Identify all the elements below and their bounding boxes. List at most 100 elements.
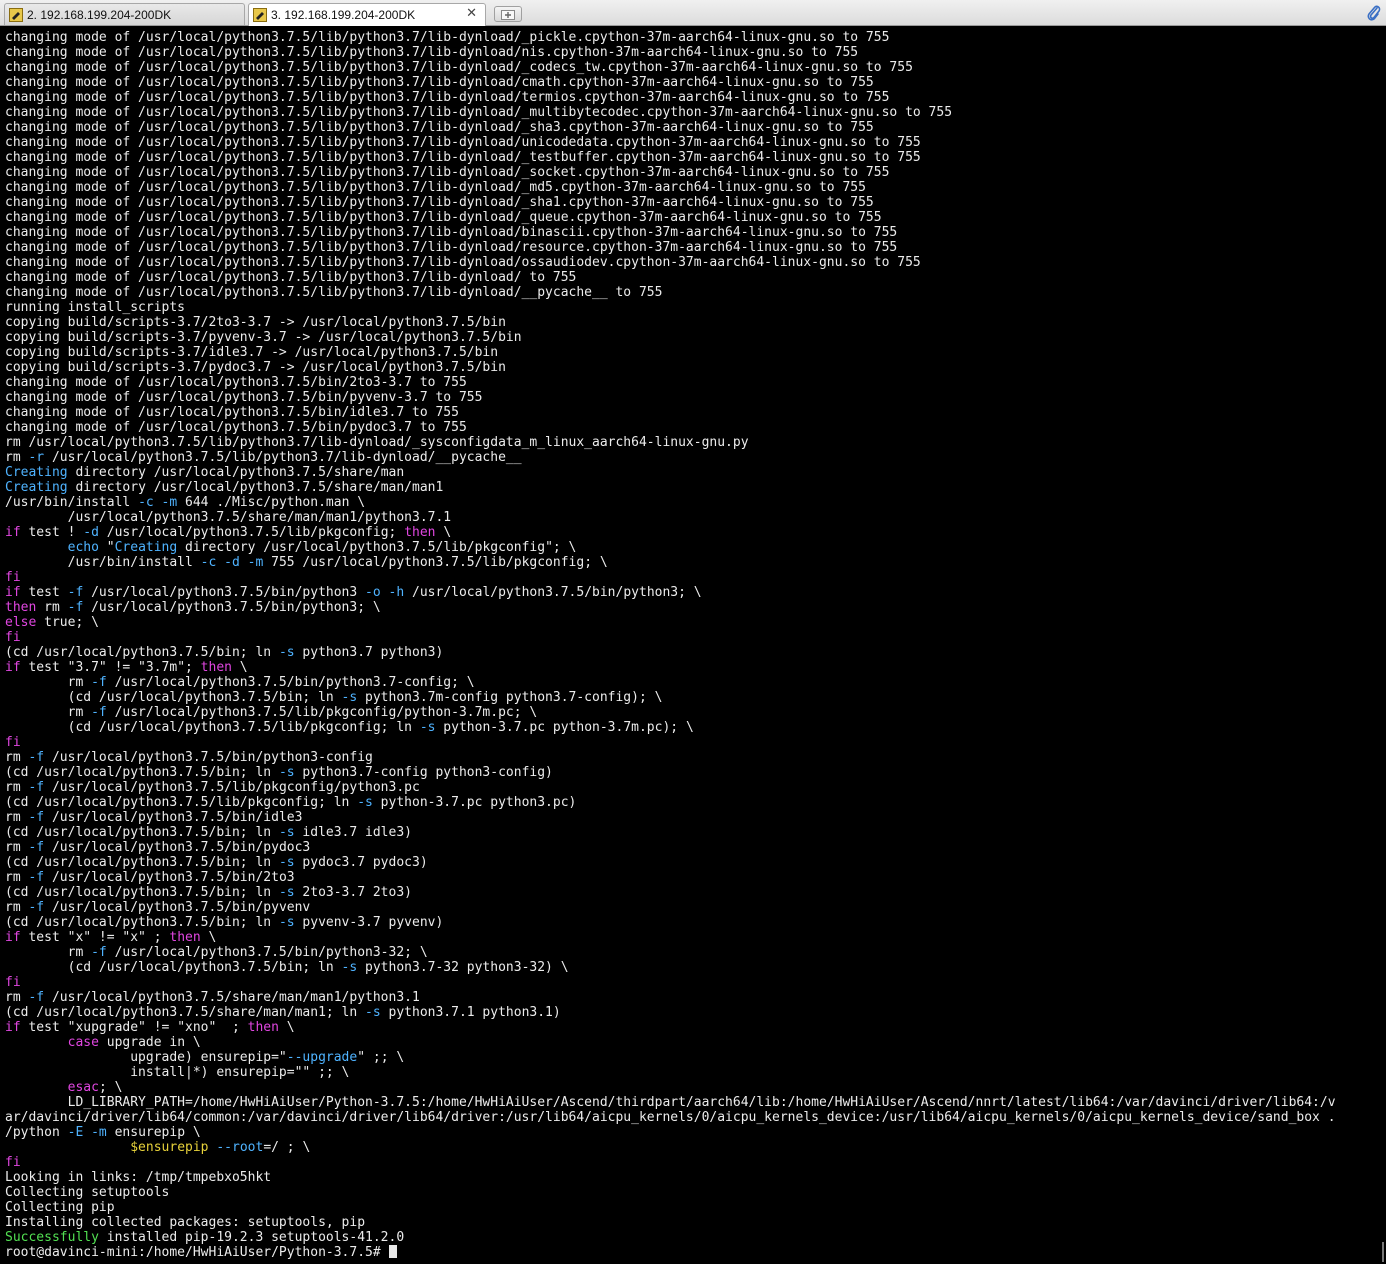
scrollbar[interactable]	[1378, 26, 1386, 1264]
terminal-text: -f	[91, 675, 107, 690]
terminal-line: changing mode of /usr/local/python3.7.5/…	[5, 150, 1336, 165]
terminal-line: changing mode of /usr/local/python3.7.5/…	[5, 105, 1336, 120]
tab-session-3[interactable]: 3. 192.168.199.204-200DK ✕	[248, 3, 486, 26]
terminal-line: changing mode of /usr/local/python3.7.5/…	[5, 195, 1336, 210]
terminal-text: /usr/local/python3.7.5/bin/python3.7-con…	[106, 675, 475, 690]
terminal-text: idle3.7 idle3)	[294, 825, 412, 840]
terminal-text: changing mode of /usr/local/python3.7.5/…	[5, 420, 467, 435]
terminal-text: (cd /usr/local/python3.7.5/bin; ln	[5, 765, 279, 780]
terminal-text: /usr/local/python3.7.5/bin/pyvenv	[44, 900, 311, 915]
terminal-text: -f	[28, 900, 45, 915]
terminal-text: Successfully	[5, 1230, 99, 1245]
terminal-text: /usr/local/python3.7.5/share/man/man1/py…	[44, 990, 420, 1005]
terminal-line: copying build/scripts-3.7/2to3-3.7 -> /u…	[5, 315, 1336, 330]
terminal-text: Installing collected packages: setuptool…	[5, 1215, 366, 1230]
tab-label: 2. 192.168.199.204-200DK	[27, 7, 172, 22]
terminal-line: changing mode of /usr/local/python3.7.5/…	[5, 270, 1336, 285]
terminal-text: (cd /usr/local/python3.7.5/bin; ln	[5, 645, 279, 660]
terminal-line: /usr/local/python3.7.5/share/man/man1/py…	[5, 510, 1336, 525]
terminal-text: -f	[28, 810, 45, 825]
terminal-line: rm -f /usr/local/python3.7.5/lib/pkgconf…	[5, 780, 1336, 795]
terminal-line: (cd /usr/local/python3.7.5/bin; ln -s py…	[5, 915, 1336, 930]
terminal-text: (cd /usr/local/python3.7.5/bin; ln	[5, 690, 342, 705]
terminal-text: -s	[341, 960, 358, 975]
terminal-text: test "3.7" != "3.7m";	[20, 660, 201, 675]
terminal-text: -f	[28, 750, 45, 765]
terminal-text: python3.7-config python3-config)	[294, 765, 553, 780]
terminal-line: rm -f /usr/local/python3.7.5/bin/idle3	[5, 810, 1336, 825]
terminal-line: (cd /usr/local/python3.7.5/bin; ln -s py…	[5, 690, 1336, 705]
terminal-line: changing mode of /usr/local/python3.7.5/…	[5, 75, 1336, 90]
terminal-text: else	[5, 615, 37, 630]
terminal-text: -f	[28, 870, 45, 885]
terminal-text: /usr/local/python3.7.5/lib/pkgconfig/pyt…	[106, 705, 538, 720]
terminal-text: changing mode of /usr/local/python3.7.5/…	[5, 375, 467, 390]
terminal-text: Creating	[114, 540, 178, 555]
terminal-text: -f	[91, 705, 107, 720]
terminal-text: changing mode of /usr/local/python3.7.5/…	[5, 45, 859, 60]
terminal-text: /usr/local/python3.7.5/bin/python3-confi…	[44, 750, 373, 765]
terminal-text: "	[98, 540, 115, 555]
terminal-text: changing mode of /usr/local/python3.7.5/…	[5, 105, 953, 120]
terminal-text: -d	[224, 555, 240, 570]
terminal-text: -s	[278, 915, 295, 930]
scrollbar-thumb[interactable]	[1382, 1242, 1384, 1262]
terminal-line: rm -f /usr/local/python3.7.5/lib/pkgconf…	[5, 705, 1336, 720]
terminal-text: test "x" != "x" ;	[20, 930, 170, 945]
tab-session-2[interactable]: 2. 192.168.199.204-200DK	[4, 3, 245, 25]
terminal-line: Installing collected packages: setuptool…	[5, 1215, 1336, 1230]
paperclip-icon[interactable]	[1366, 3, 1382, 27]
terminal-text: changing mode of /usr/local/python3.7.5/…	[5, 165, 890, 180]
terminal-line: (cd /usr/local/python3.7.5/lib/pkgconfig…	[5, 795, 1336, 810]
terminal-line: Looking in links: /tmp/tmpebxo5hkt	[5, 1170, 1336, 1185]
terminal-text: if	[5, 585, 21, 600]
terminal-text: running install_scripts	[5, 300, 186, 315]
terminal-line: rm -f /usr/local/python3.7.5/share/man/m…	[5, 990, 1336, 1005]
terminal-line: Creating directory /usr/local/python3.7.…	[5, 480, 1336, 495]
close-icon[interactable]: ✕	[466, 6, 477, 21]
terminal-text: rm	[5, 840, 29, 855]
terminal-text: test	[20, 585, 68, 600]
terminal-text: if	[5, 660, 21, 675]
terminal-text: --upgrade	[286, 1050, 358, 1065]
terminal-line: then rm -f /usr/local/python3.7.5/bin/py…	[5, 600, 1336, 615]
terminal-output[interactable]: changing mode of /usr/local/python3.7.5/…	[0, 26, 1378, 1264]
terminal-text: Creating	[5, 480, 68, 495]
terminal-text: -f	[28, 840, 45, 855]
terminal-text: /usr/local/python3.7.5/share/man/man1/py…	[5, 510, 452, 525]
terminal-text: true; \	[36, 615, 99, 630]
terminal-icon	[253, 8, 267, 22]
terminal-text: (cd /usr/local/python3.7.5/lib/pkgconfig…	[5, 720, 420, 735]
terminal-text: esac	[67, 1080, 99, 1095]
terminal-text: /usr/local/python3.7.5/bin/python3; \	[83, 600, 381, 615]
terminal-line: if test "xupgrade" != "xno" ; then \	[5, 1020, 1336, 1035]
terminal-line: rm -f /usr/local/python3.7.5/bin/python3…	[5, 750, 1336, 765]
terminal-text: test "xupgrade" != "xno" ;	[20, 1020, 248, 1035]
terminal-text: Collecting pip	[5, 1200, 115, 1215]
terminal-line: changing mode of /usr/local/python3.7.5/…	[5, 120, 1336, 135]
terminal-text: -m	[161, 495, 178, 510]
terminal-text: copying build/scripts-3.7/idle3.7 -> /us…	[5, 345, 499, 360]
terminal-text: (cd /usr/local/python3.7.5/bin; ln	[5, 885, 279, 900]
terminal-line: changing mode of /usr/local/python3.7.5/…	[5, 405, 1336, 420]
new-tab-button[interactable]	[494, 6, 522, 22]
terminal-line: changing mode of /usr/local/python3.7.5/…	[5, 420, 1336, 435]
terminal-line: (cd /usr/local/python3.7.5/share/man/man…	[5, 1005, 1336, 1020]
terminal-text: (cd /usr/local/python3.7.5/bin; ln	[5, 825, 279, 840]
terminal-text: /usr/bin/install	[5, 495, 139, 510]
terminal-text: python3.7m-config python3.7-config); \	[357, 690, 663, 705]
terminal-text: /usr/local/python3.7.5/lib/python3.7/lib…	[44, 450, 522, 465]
terminal-line: esac; \	[5, 1080, 1336, 1095]
terminal-text: upgrade in \	[98, 1035, 201, 1050]
terminal-text: rm	[5, 780, 29, 795]
terminal-text: pyvenv-3.7 pyvenv)	[294, 915, 444, 930]
terminal-text: -f	[91, 945, 107, 960]
terminal-text: then	[5, 600, 37, 615]
terminal-cursor	[388, 1245, 397, 1258]
terminal-text: fi	[5, 630, 21, 645]
tab-label: 3. 192.168.199.204-200DK	[271, 8, 416, 22]
terminal-line: rm -f /usr/local/python3.7.5/bin/python3…	[5, 945, 1336, 960]
terminal-line: Collecting pip	[5, 1200, 1336, 1215]
